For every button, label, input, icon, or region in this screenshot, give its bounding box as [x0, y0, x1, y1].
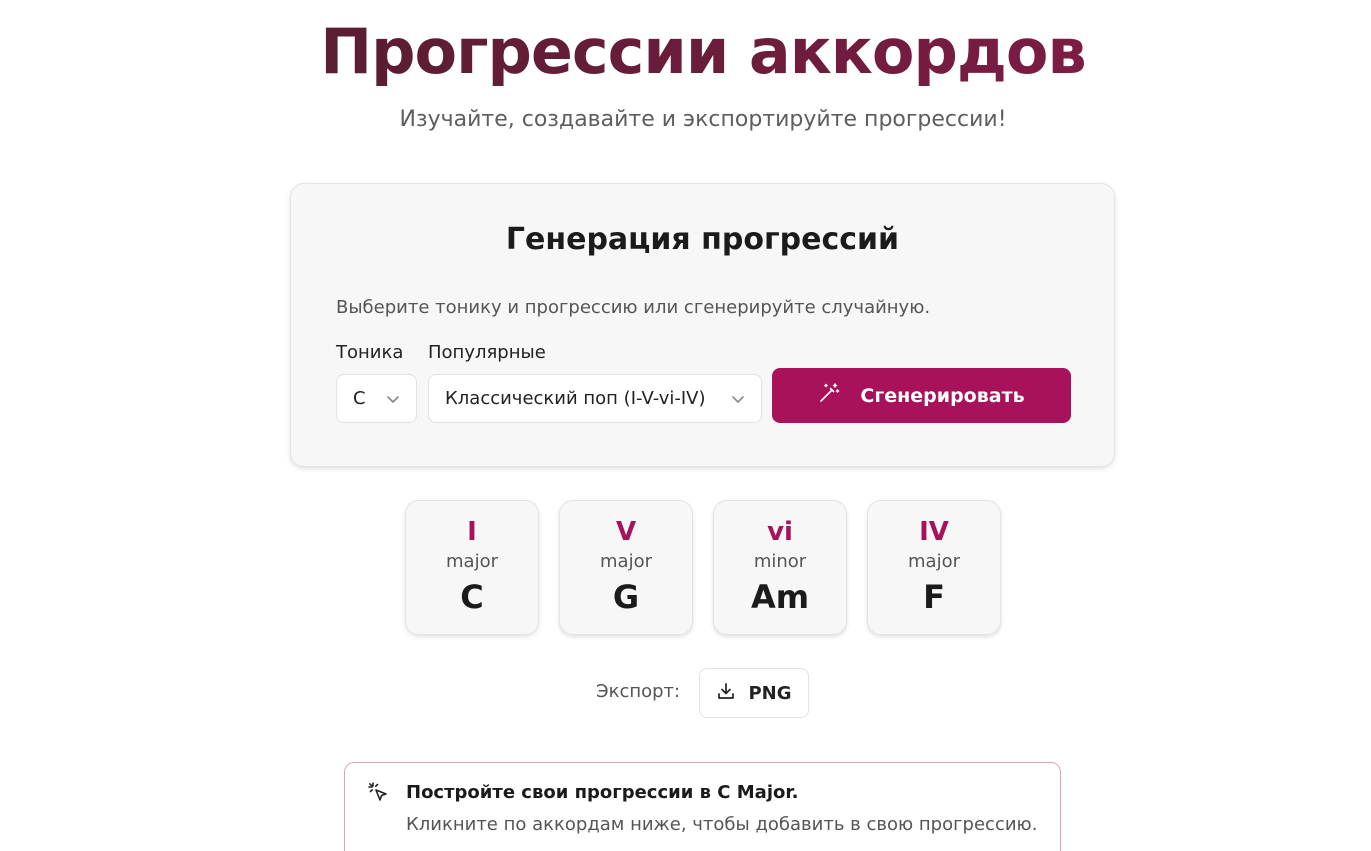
- generator-card: Генерация прогрессий Выберите тонику и п…: [290, 183, 1115, 467]
- chord-card[interactable]: I major C: [405, 500, 539, 635]
- tonic-label: Тоника: [336, 342, 404, 363]
- tonic-select-value: C: [353, 388, 366, 409]
- popular-select-value: Классический поп (I-V-vi-IV): [445, 388, 706, 409]
- chord-roman: vi: [767, 517, 793, 547]
- chord-roman: IV: [919, 517, 949, 547]
- generator-title: Генерация прогрессий: [505, 222, 900, 257]
- generate-button[interactable]: Сгенерировать: [772, 368, 1071, 423]
- export-label: Экспорт:: [596, 681, 681, 702]
- chord-name: G: [612, 578, 640, 616]
- tip-box: Постройте свои прогрессии в C Major. Кли…: [344, 762, 1061, 851]
- tip-text: Кликните по аккордам ниже, чтобы добавит…: [406, 814, 1038, 835]
- chord-name: F: [923, 578, 945, 616]
- chord-card[interactable]: IV major F: [867, 500, 1001, 635]
- chord-card[interactable]: V major G: [559, 500, 693, 635]
- pointer-click-icon: [367, 781, 389, 807]
- chord-quality: major: [600, 551, 652, 572]
- chord-card[interactable]: vi minor Am: [713, 500, 847, 635]
- tonic-select[interactable]: C: [336, 374, 417, 423]
- export-png-button[interactable]: PNG: [699, 668, 809, 718]
- chord-list: I major C V major G vi minor Am IV major…: [405, 500, 1001, 635]
- popular-select[interactable]: Классический поп (I-V-vi-IV): [428, 374, 762, 423]
- page-subtitle: Изучайте, создавайте и экспортируйте про…: [399, 107, 1007, 132]
- page-title: Прогрессии аккордов: [0, 14, 1371, 90]
- export-png-label: PNG: [748, 682, 792, 704]
- chevron-down-icon: [386, 392, 400, 406]
- generate-button-label: Сгенерировать: [860, 384, 1025, 407]
- generator-description: Выберите тонику и прогрессию или сгенери…: [336, 297, 931, 318]
- chord-quality: major: [908, 551, 960, 572]
- tip-title: Постройте свои прогрессии в C Major.: [406, 782, 799, 803]
- popular-label: Популярные: [428, 342, 546, 363]
- magic-wand-icon: [818, 382, 840, 409]
- chord-quality: minor: [753, 551, 807, 572]
- chord-roman: V: [615, 517, 637, 547]
- download-icon: [716, 681, 736, 706]
- chord-name: Am: [750, 578, 810, 616]
- chevron-down-icon: [731, 392, 745, 406]
- chord-name: C: [460, 578, 484, 616]
- chord-roman: I: [467, 517, 477, 547]
- chord-quality: major: [446, 551, 498, 572]
- page: Прогрессии аккордов Изучайте, создавайте…: [0, 0, 1371, 851]
